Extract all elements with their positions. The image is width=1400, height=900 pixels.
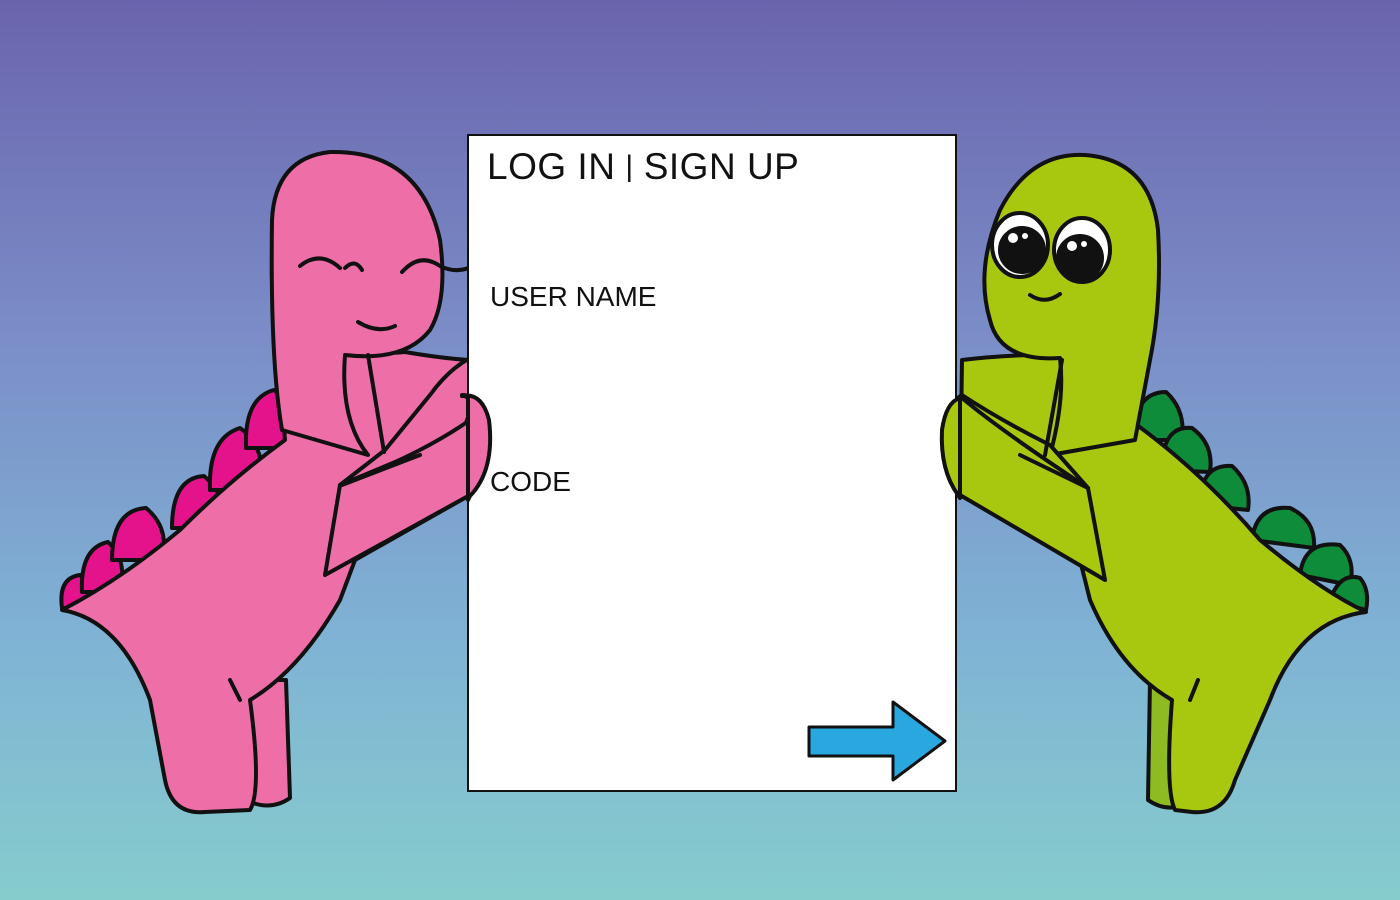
tab-separator: | xyxy=(625,150,634,183)
green-dinosaur xyxy=(941,152,1370,815)
right-arrow-icon xyxy=(807,700,947,782)
login-card: LOG IN | SIGN UP USER NAME CODE xyxy=(467,134,957,792)
auth-tabs: LOG IN | SIGN UP xyxy=(487,146,799,188)
pink-dinosaur xyxy=(59,149,492,815)
username-input[interactable] xyxy=(490,326,934,368)
code-label: CODE xyxy=(490,466,571,497)
login-tab[interactable]: LOG IN xyxy=(487,146,615,187)
next-button[interactable] xyxy=(805,698,951,784)
code-input[interactable] xyxy=(490,511,934,553)
signup-tab[interactable]: SIGN UP xyxy=(644,146,800,187)
username-label: USER NAME xyxy=(490,281,657,312)
